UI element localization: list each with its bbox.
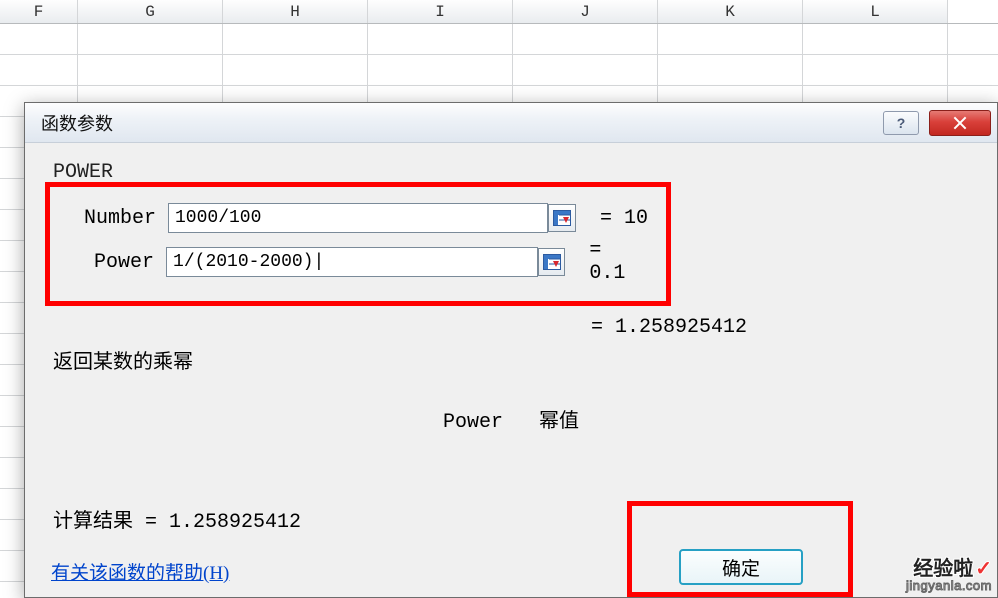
column-header[interactable]: I xyxy=(368,0,513,23)
column-header[interactable]: J xyxy=(513,0,658,23)
range-picker-icon xyxy=(543,254,561,270)
column-header[interactable]: F xyxy=(0,0,78,23)
question-icon: ? xyxy=(897,115,906,131)
arg-evaluated-number: = 10 xyxy=(600,207,648,230)
close-icon xyxy=(952,115,968,131)
arg-evaluated-power: = 0.1 xyxy=(589,239,648,285)
watermark: 经验啦✓ jingyanla.com xyxy=(906,559,992,592)
arg-desc-text: 幂值 xyxy=(539,410,579,432)
help-button[interactable]: ? xyxy=(883,111,919,135)
arg-input-number[interactable] xyxy=(168,203,548,233)
column-header[interactable]: L xyxy=(803,0,948,23)
arg-label-power: Power xyxy=(68,251,166,274)
column-header[interactable]: G xyxy=(78,0,223,23)
calc-result: 计算结果 = 1.258925412 xyxy=(53,504,301,534)
args-highlight-box: Number = 10 Power xyxy=(45,182,671,306)
arg-desc-label: Power xyxy=(443,411,503,434)
arg-row-power: Power = 0.1 xyxy=(68,239,648,285)
function-arguments-dialog: 函数参数 ? POWER Number xyxy=(24,102,998,598)
arg-input-power[interactable] xyxy=(166,247,538,277)
arg-label-number: Number xyxy=(68,207,168,230)
dialog-titlebar[interactable]: 函数参数 ? xyxy=(25,103,997,143)
argument-description: Power 幂值 xyxy=(51,404,971,434)
function-name: POWER xyxy=(53,161,971,184)
calc-result-label: 计算结果 = xyxy=(53,511,169,534)
range-picker-button[interactable] xyxy=(538,248,565,276)
close-button[interactable] xyxy=(929,110,991,136)
column-header[interactable]: K xyxy=(658,0,803,23)
watermark-url: jingyanla.com xyxy=(906,579,992,592)
arg-row-number: Number = 10 xyxy=(68,203,648,233)
check-icon: ✓ xyxy=(975,558,992,580)
formula-result-preview: = 1.258925412 xyxy=(591,316,971,339)
range-picker-button[interactable] xyxy=(548,204,576,232)
range-picker-icon xyxy=(553,210,571,226)
dialog-title: 函数参数 xyxy=(41,110,113,136)
column-header[interactable]: H xyxy=(223,0,368,23)
calc-result-value: 1.258925412 xyxy=(169,511,301,534)
watermark-text: 经验啦 xyxy=(913,558,973,580)
column-headers-row: F G H I J K L xyxy=(0,0,998,24)
ok-button[interactable]: 确定 xyxy=(679,549,803,585)
function-help-link[interactable]: 有关该函数的帮助(H) xyxy=(51,558,229,585)
function-description: 返回某数的乘幂 xyxy=(53,345,971,374)
